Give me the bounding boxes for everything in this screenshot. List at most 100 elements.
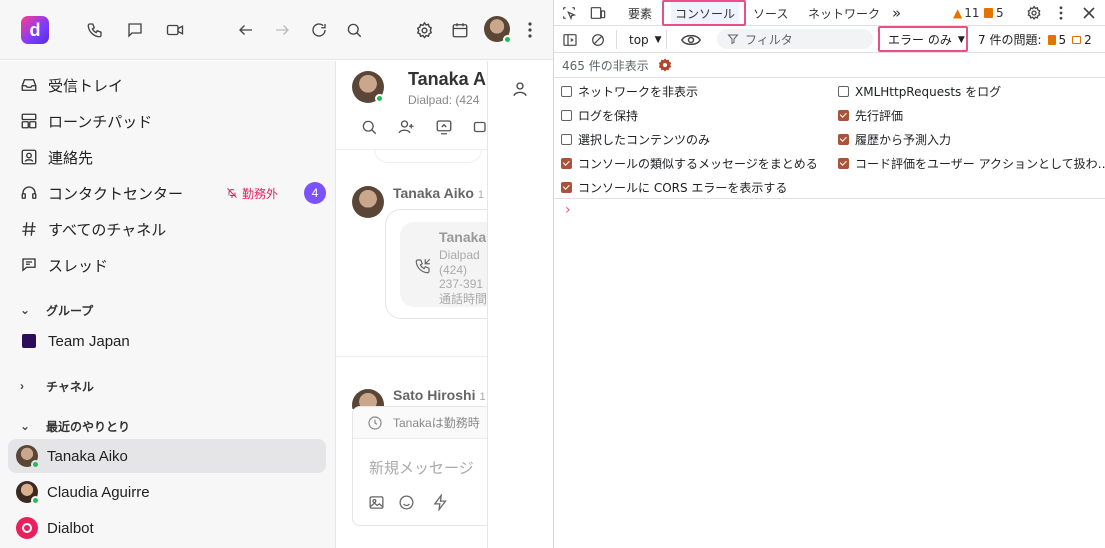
more-tabs-button[interactable]: » <box>892 0 901 26</box>
tab-sources[interactable]: ソース <box>753 0 788 26</box>
call-card-name: Tanaka <box>439 229 487 245</box>
console-toolbar: top ▼ フィルタ エラー のみ ▼ 7 件の問題: 5 2 <box>554 26 1105 53</box>
sidebar-toggle-icon[interactable] <box>562 30 578 49</box>
clear-console-icon[interactable] <box>590 30 606 49</box>
issues-link[interactable]: 7 件の問題: 5 2 <box>978 30 1092 49</box>
devtools-settings-icon[interactable] <box>1026 0 1042 26</box>
console-prompt[interactable]: › <box>565 202 571 218</box>
hash-icon <box>20 220 38 238</box>
sidebar-item-team-japan[interactable]: Team Japan <box>8 324 326 358</box>
call-incoming-icon <box>414 257 432 275</box>
dialbot-icon <box>16 517 38 539</box>
add-person-icon[interactable] <box>397 118 415 136</box>
option-show-cors-errors[interactable]: コンソールに CORS エラーを表示する <box>561 178 787 196</box>
checkbox-checked[interactable] <box>561 181 572 193</box>
sidebar-item-label: 連絡先 <box>48 149 94 167</box>
video-icon[interactable] <box>473 118 487 136</box>
offhours-notice: Tanakaは勤務時 <box>353 407 487 439</box>
warning-icon: ▲ <box>953 6 963 20</box>
context-selector[interactable]: top ▼ <box>616 30 662 49</box>
console-settings-gear-icon[interactable] <box>657 57 673 73</box>
devtools-panel: 要素 コンソール ソース ネットワーク » ▲ 11 5 top ▼ フィルタ … <box>553 0 1105 548</box>
sidebar-item-inbox[interactable]: 受信トレイ <box>8 68 326 102</box>
groups-section-header[interactable]: ⌄ グループ <box>20 300 93 320</box>
checkbox-checked[interactable] <box>838 157 849 169</box>
conversation-subtitle: Dialpad: (424 <box>408 93 480 107</box>
section-title: グループ <box>46 303 94 318</box>
more-icon[interactable] <box>523 18 537 42</box>
devtools-more-icon[interactable] <box>1059 0 1063 26</box>
image-icon[interactable] <box>368 494 385 511</box>
contact-center-count-badge: 4 <box>304 182 326 204</box>
sidebar-item-dialbot[interactable]: Dialbot <box>8 511 326 545</box>
checkbox-checked[interactable] <box>838 109 849 121</box>
option-log-xhr[interactable]: XMLHttpRequests をログ <box>838 82 1001 100</box>
option-preserve-log[interactable]: ログを保持 <box>561 106 638 124</box>
error-flag-icon <box>984 8 993 18</box>
option-hide-network[interactable]: ネットワークを非表示 <box>561 82 698 100</box>
calendar-icon[interactable] <box>448 18 472 42</box>
top-bar: d <box>0 0 553 60</box>
emoji-icon[interactable] <box>398 494 415 511</box>
inspect-element-icon[interactable] <box>561 0 577 26</box>
recent-section-header[interactable]: ⌄ 最近のやりとり <box>20 416 130 436</box>
option-selected-context-only[interactable]: 選択したコンテンツのみ <box>561 130 710 148</box>
dropdown-arrow-icon: ▼ <box>957 34 965 45</box>
hidden-count-label: 465 件の非表示 <box>562 58 649 73</box>
sidebar-item-label: コンタクトセンター <box>48 185 184 203</box>
device-toolbar-icon[interactable] <box>589 0 607 26</box>
user-avatar[interactable] <box>483 15 512 44</box>
checkbox[interactable] <box>838 85 849 97</box>
phone-icon[interactable] <box>83 18 107 42</box>
checkbox[interactable] <box>561 85 572 97</box>
sidebar-item-threads[interactable]: スレッド <box>8 248 326 282</box>
sidebar-item-contacts[interactable]: 連絡先 <box>8 140 326 174</box>
settings-icon[interactable] <box>412 18 436 42</box>
channels-section-header[interactable]: › チャネル <box>20 376 94 396</box>
dialpad-logo[interactable]: d <box>21 16 49 44</box>
refresh-icon[interactable] <box>307 18 331 42</box>
message-input[interactable]: 新規メッセージ <box>369 457 474 478</box>
sidebar-item-tanaka-aiko[interactable]: Tanaka Aiko <box>8 439 326 473</box>
tab-network[interactable]: ネットワーク <box>808 0 880 26</box>
checkbox[interactable] <box>561 109 572 121</box>
live-expression-eye-icon[interactable] <box>666 30 701 49</box>
message-author: Tanaka Aiko 1 <box>393 185 485 201</box>
conversation-avatar <box>352 71 384 103</box>
sidebar-item-label: Team Japan <box>48 332 130 350</box>
search-icon[interactable] <box>342 18 366 42</box>
warnings-counter[interactable]: ▲ 11 <box>953 0 980 26</box>
sidebar-item-contact-center[interactable]: コンタクトセンター 勤務外 4 <box>8 176 326 210</box>
chat-icon[interactable] <box>123 18 147 42</box>
checkbox-checked[interactable] <box>561 157 572 169</box>
errors-counter[interactable]: 5 <box>984 0 1004 26</box>
tab-elements[interactable]: 要素 <box>628 0 652 26</box>
launchpad-icon <box>20 112 38 130</box>
lightning-icon[interactable] <box>432 494 449 511</box>
checkbox[interactable] <box>561 133 572 145</box>
checkbox-checked[interactable] <box>838 133 849 145</box>
sidebar-item-launchpad[interactable]: ローンチパッド <box>8 104 326 138</box>
close-icon[interactable] <box>1083 0 1095 26</box>
devtools-tab-bar: 要素 コンソール ソース ネットワーク » ▲ 11 5 <box>554 0 1105 26</box>
option-user-activation[interactable]: コード評価をユーザー アクションとして扱わ… <box>838 154 1105 172</box>
tab-console[interactable]: コンソール <box>671 0 740 26</box>
forward-icon[interactable] <box>270 18 294 42</box>
option-group-similar[interactable]: コンソールの類似するメッセージをまとめる <box>561 154 818 172</box>
sidebar-item-label: 受信トレイ <box>48 77 124 95</box>
hidden-messages-row: 465 件の非表示 <box>554 53 1105 78</box>
sidebar-item-claudia-aguirre[interactable]: Claudia Aguirre <box>8 475 326 509</box>
sidebar-item-all-channels[interactable]: すべてのチャネル <box>8 212 326 246</box>
back-icon[interactable] <box>234 18 258 42</box>
share-screen-icon[interactable] <box>435 118 453 136</box>
console-filter-input[interactable]: フィルタ <box>717 29 873 49</box>
off-duty-badge: 勤務外 <box>226 185 278 202</box>
sidebar-item-label: すべてのチャネル <box>48 221 167 239</box>
log-level-select[interactable]: エラー のみ ▼ <box>884 30 965 49</box>
option-eager-evaluation[interactable]: 先行評価 <box>838 106 903 124</box>
search-icon[interactable] <box>360 118 378 136</box>
option-autocomplete-history[interactable]: 履歴から予測入力 <box>838 130 951 148</box>
dialpad-app: d 受信トレイ ローンチパッド 連絡先 コンタクトセンター 勤務外 4 すべての… <box>0 0 553 548</box>
video-icon[interactable] <box>163 18 187 42</box>
person-icon[interactable] <box>511 80 529 98</box>
